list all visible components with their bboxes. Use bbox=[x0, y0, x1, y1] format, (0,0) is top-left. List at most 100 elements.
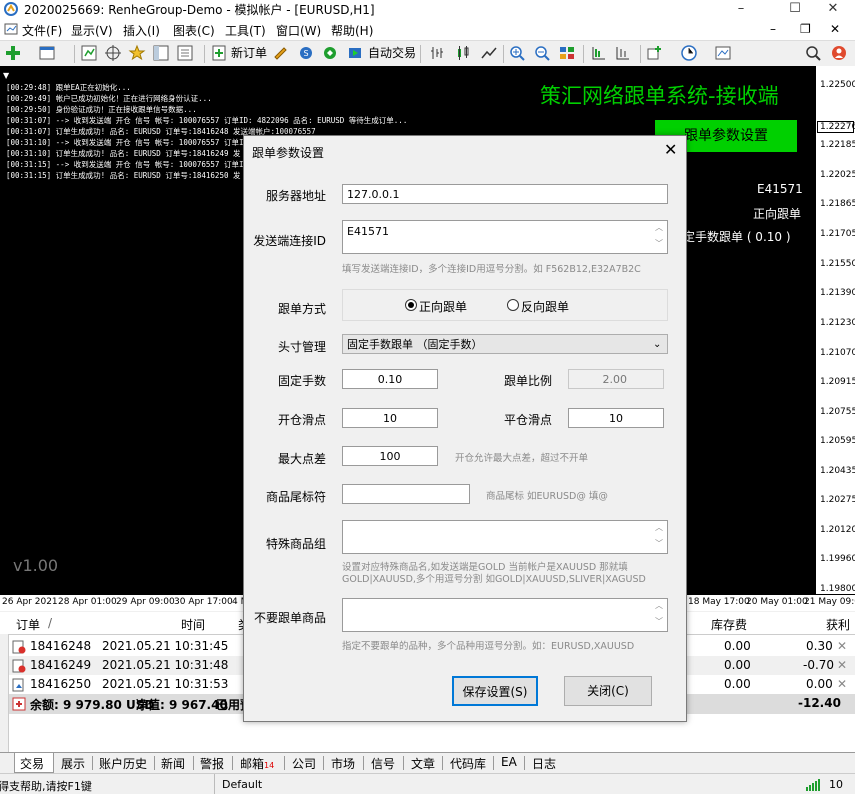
save-button[interactable]: 保存设置(S) bbox=[452, 676, 538, 706]
bar-chart-icon[interactable] bbox=[428, 44, 448, 63]
close-button[interactable]: 关闭(C) bbox=[564, 676, 652, 706]
auto-trading-icon[interactable] bbox=[346, 44, 366, 63]
community-icon[interactable] bbox=[830, 44, 850, 63]
close-slippage-input[interactable]: 10 bbox=[568, 408, 664, 428]
menu-charts[interactable]: 图表(C) bbox=[173, 22, 215, 39]
max-spread-input[interactable]: 100 bbox=[342, 446, 438, 466]
header-time[interactable]: 时间 bbox=[181, 616, 205, 633]
time-label: 30 Apr 17:00 bbox=[174, 597, 233, 607]
position-mgmt-select[interactable]: 固定手数跟单 （固定手数） ⌄ bbox=[342, 334, 668, 354]
close-order-icon[interactable]: ✕ bbox=[837, 658, 847, 672]
search-icon[interactable] bbox=[804, 44, 824, 63]
navigator-icon[interactable] bbox=[152, 44, 172, 63]
child-minimize-button[interactable]: – bbox=[770, 22, 776, 36]
chart-menu-icon[interactable]: ▼ bbox=[3, 71, 9, 80]
favorites-icon[interactable] bbox=[128, 44, 148, 63]
indicators-icon[interactable] bbox=[646, 44, 666, 63]
tab-history[interactable]: 账户历史 bbox=[99, 755, 147, 772]
scroll-up-icon[interactable]: ︿ bbox=[655, 222, 663, 233]
order-storage: 0.00 bbox=[724, 677, 751, 691]
close-window-button[interactable]: ✕ bbox=[810, 0, 855, 18]
menu-file[interactable]: 文件(F) bbox=[22, 22, 62, 39]
scroll-up-icon[interactable]: ︿ bbox=[655, 522, 663, 533]
zoom-in-icon[interactable] bbox=[508, 44, 528, 63]
open-slippage-input[interactable]: 10 bbox=[342, 408, 438, 428]
new-chart-icon[interactable] bbox=[4, 44, 24, 63]
ea-version: v1.00 bbox=[13, 556, 59, 575]
minimize-button[interactable]: – bbox=[718, 0, 764, 18]
order-time: 2021.05.21 10:31:53 bbox=[102, 677, 229, 691]
auto-trading-button[interactable]: 自动交易 bbox=[368, 44, 416, 63]
balance-icon bbox=[12, 697, 26, 711]
sender-id-value: E41571 bbox=[347, 225, 389, 238]
exclude-input[interactable]: ︿ ﹀ bbox=[342, 598, 668, 632]
order-id: 18416249 bbox=[30, 658, 92, 672]
toolbar-separator bbox=[503, 45, 504, 63]
radio-forward-label[interactable]: 正向跟单 bbox=[419, 298, 467, 315]
new-order-button[interactable]: 新订单 bbox=[231, 44, 267, 63]
zoom-out-icon[interactable] bbox=[533, 44, 553, 63]
tab-articles[interactable]: 文章 bbox=[411, 755, 435, 772]
order-storage: 0.00 bbox=[724, 639, 751, 653]
log-line: [00:29:50] 身份验证成功！正在接收跟单信号数据... bbox=[6, 105, 197, 114]
profiles-icon[interactable] bbox=[38, 44, 58, 63]
toolbar-separator bbox=[74, 45, 75, 63]
menu-help[interactable]: 帮助(H) bbox=[331, 22, 373, 39]
new-order-icon[interactable] bbox=[210, 44, 230, 63]
close-order-icon[interactable]: ✕ bbox=[837, 639, 847, 653]
chart-shift-icon[interactable] bbox=[614, 44, 634, 63]
candlestick-icon[interactable] bbox=[454, 44, 474, 63]
tab-alerts[interactable]: 警报 bbox=[200, 755, 224, 772]
child-close-button[interactable]: ✕ bbox=[830, 22, 840, 36]
tile-windows-icon[interactable] bbox=[558, 44, 578, 63]
signals-icon[interactable]: S bbox=[297, 44, 317, 63]
price-label: 1.20595 bbox=[820, 436, 855, 446]
terminal-icon[interactable] bbox=[176, 44, 196, 63]
radio-forward[interactable] bbox=[405, 299, 417, 311]
tab-exposure[interactable]: 展示 bbox=[61, 755, 85, 772]
dialog-close-icon[interactable]: ✕ bbox=[664, 140, 677, 159]
menu-tools[interactable]: 工具(T) bbox=[225, 22, 266, 39]
status-help: 得支帮助,请按F1键 bbox=[0, 780, 92, 793]
header-profit[interactable]: 获利 bbox=[826, 616, 850, 633]
tab-experts[interactable]: EA bbox=[501, 755, 517, 769]
tab-company[interactable]: 公司 bbox=[292, 755, 316, 772]
menu-insert[interactable]: 插入(I) bbox=[123, 22, 160, 39]
tab-trade[interactable]: 交易 bbox=[20, 755, 44, 772]
server-input[interactable]: 127.0.0.1 bbox=[342, 184, 668, 204]
tab-signals[interactable]: 信号 bbox=[371, 755, 395, 772]
pencil-icon[interactable] bbox=[272, 44, 292, 63]
menu-view[interactable]: 显示(V) bbox=[71, 22, 113, 39]
scroll-down-icon[interactable]: ﹀ bbox=[655, 538, 663, 549]
scroll-down-icon[interactable]: ﹀ bbox=[655, 616, 663, 627]
price-scale[interactable]: 1.22500 1.22276 1.22185 1.22025 1.21865 … bbox=[815, 66, 855, 594]
suffix-input[interactable] bbox=[342, 484, 470, 504]
market-icon[interactable] bbox=[321, 44, 341, 63]
header-order[interactable]: 订单 bbox=[16, 616, 40, 633]
line-chart-icon[interactable] bbox=[480, 44, 500, 63]
autoscroll-icon[interactable] bbox=[590, 44, 610, 63]
child-restore-button[interactable]: ❐ bbox=[800, 22, 811, 36]
tab-news[interactable]: 新闻 bbox=[161, 755, 185, 772]
tab-codebase[interactable]: 代码库 bbox=[450, 755, 486, 772]
radio-reverse-label[interactable]: 反向跟单 bbox=[521, 298, 569, 315]
close-order-icon[interactable]: ✕ bbox=[837, 677, 847, 691]
special-group-input[interactable]: ︿ ﹀ bbox=[342, 520, 668, 554]
sender-id-input[interactable]: E41571 ︿ ﹀ bbox=[342, 220, 668, 254]
templates-icon[interactable] bbox=[714, 44, 734, 63]
scroll-down-icon[interactable]: ﹀ bbox=[655, 238, 663, 249]
menu-window[interactable]: 窗口(W) bbox=[276, 22, 321, 39]
radio-reverse[interactable] bbox=[507, 299, 519, 311]
toolbar-separator bbox=[204, 45, 205, 63]
tab-market[interactable]: 市场 bbox=[331, 755, 355, 772]
app-logo-icon bbox=[4, 2, 18, 16]
tab-journal[interactable]: 日志 bbox=[532, 755, 556, 772]
tab-separator bbox=[193, 756, 194, 770]
header-storage[interactable]: 库存费 bbox=[711, 616, 747, 633]
fixed-lot-input[interactable]: 0.10 bbox=[342, 369, 438, 389]
scroll-up-icon[interactable]: ︿ bbox=[655, 600, 663, 611]
market-watch-icon[interactable] bbox=[80, 44, 100, 63]
crosshair-icon[interactable] bbox=[104, 44, 124, 63]
periods-clock-icon[interactable] bbox=[680, 44, 700, 63]
tab-mailbox[interactable]: 邮箱 bbox=[240, 755, 264, 772]
